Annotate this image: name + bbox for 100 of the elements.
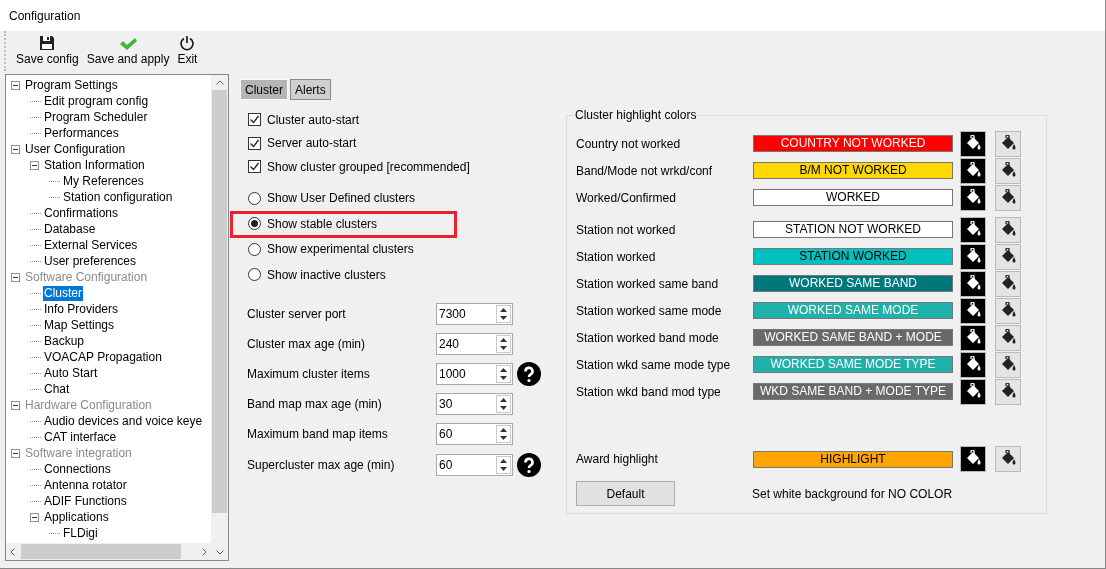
paint-bucket-button[interactable] bbox=[995, 243, 1021, 270]
tab[interactable]: Cluster bbox=[240, 79, 288, 100]
paint-bucket-button[interactable] bbox=[995, 324, 1021, 351]
number-spinner[interactable]: 60 bbox=[436, 453, 513, 476]
paint-bucket-button[interactable] bbox=[960, 243, 986, 270]
tree-item[interactable]: Performances bbox=[43, 125, 120, 141]
window-title: Configuration bbox=[9, 7, 81, 25]
paint-bucket-button[interactable] bbox=[960, 184, 986, 211]
radio-button[interactable] bbox=[248, 191, 261, 205]
collapse-toggle[interactable] bbox=[11, 144, 20, 154]
paint-bucket-button[interactable] bbox=[995, 130, 1021, 157]
scrollbar-thumb[interactable] bbox=[212, 90, 227, 513]
tree-item[interactable]: External Services bbox=[43, 237, 139, 253]
paint-bucket-button[interactable] bbox=[960, 351, 986, 378]
color-label: Station worked band mode bbox=[576, 329, 720, 347]
tab[interactable]: Alerts bbox=[290, 79, 331, 100]
checkbox[interactable] bbox=[248, 113, 261, 127]
spin-arrows-icon[interactable] bbox=[496, 304, 511, 323]
help-icon[interactable] bbox=[517, 361, 541, 386]
tree-item[interactable]: Program Settings bbox=[24, 77, 119, 93]
power-icon bbox=[179, 35, 196, 51]
field-label: Cluster server port bbox=[247, 305, 347, 323]
paint-bucket-button[interactable] bbox=[960, 216, 986, 243]
toolbar-button[interactable]: Exit bbox=[177, 35, 198, 67]
help-icon[interactable] bbox=[517, 452, 541, 477]
color-sample: WORKED SAME BAND + MODE bbox=[753, 329, 953, 346]
tree-item[interactable]: User Configuration bbox=[24, 141, 127, 157]
horizontal-scrollbar[interactable] bbox=[6, 543, 211, 560]
toolbar-button[interactable]: Save and apply bbox=[86, 35, 170, 67]
spin-arrows-icon[interactable] bbox=[496, 334, 511, 353]
field-label: Maximum band map items bbox=[247, 426, 389, 444]
checkbox-label: Cluster auto-start bbox=[267, 111, 360, 129]
paint-bucket-button[interactable] bbox=[995, 184, 1021, 211]
paint-bucket-button[interactable] bbox=[960, 297, 986, 324]
tree-item[interactable]: Station configuration bbox=[62, 189, 174, 205]
default-button[interactable]: Default bbox=[576, 481, 675, 506]
scroll-left-icon[interactable] bbox=[10, 547, 15, 556]
number-spinner[interactable]: 30 bbox=[436, 393, 513, 416]
collapse-toggle[interactable] bbox=[11, 80, 20, 90]
color-label: Station wkd same mode type bbox=[576, 356, 732, 374]
paint-bucket-button[interactable] bbox=[995, 378, 1021, 405]
scroll-right-icon[interactable] bbox=[202, 547, 207, 556]
paint-bucket-button[interactable] bbox=[960, 130, 986, 157]
number-spinner[interactable]: 240 bbox=[436, 332, 513, 355]
paint-bucket-button[interactable] bbox=[995, 351, 1021, 378]
paint-bucket-button[interactable] bbox=[995, 270, 1021, 297]
color-sample: B/M NOT WORKED bbox=[753, 162, 953, 179]
color-sample: WORKED SAME BAND bbox=[753, 275, 953, 292]
color-sample: WORKED SAME MODE bbox=[753, 302, 953, 319]
tree-item[interactable]: Edit program config bbox=[43, 93, 150, 109]
number-spinner[interactable]: 7300 bbox=[436, 302, 513, 325]
spin-arrows-icon[interactable] bbox=[496, 364, 511, 383]
checkmark-icon bbox=[119, 37, 138, 51]
toolbar-button[interactable]: Save config bbox=[16, 35, 79, 67]
paint-bucket-button[interactable] bbox=[995, 216, 1021, 243]
paint-bucket-button[interactable] bbox=[960, 446, 986, 472]
field-label: Maximum cluster items bbox=[247, 365, 371, 383]
color-sample: COUNTRY NOT WORKED bbox=[753, 135, 953, 152]
spin-arrows-icon[interactable] bbox=[496, 395, 511, 414]
field-label: Band map max age (min) bbox=[247, 396, 383, 414]
radio-label: Show stable clusters bbox=[267, 215, 378, 233]
color-label: Station worked same band bbox=[576, 275, 720, 293]
paint-bucket-button[interactable] bbox=[995, 157, 1021, 184]
number-spinner[interactable]: 1000 bbox=[436, 362, 513, 385]
field-label: Cluster max age (min) bbox=[247, 335, 367, 353]
scrollbar-thumb[interactable] bbox=[21, 544, 181, 559]
collapse-toggle[interactable] bbox=[30, 160, 39, 170]
tree-item[interactable]: My References bbox=[62, 173, 145, 189]
field-label: Supercluster max age (min) bbox=[247, 456, 396, 474]
vertical-scrollbar[interactable] bbox=[211, 75, 228, 560]
tree-item[interactable]: Database bbox=[43, 221, 97, 237]
color-sample: STATION WORKED bbox=[753, 248, 953, 265]
color-sample: WORKED bbox=[753, 189, 953, 206]
tree-item[interactable]: User preferences bbox=[43, 253, 138, 269]
number-spinner[interactable]: 60 bbox=[436, 423, 513, 446]
spin-arrows-icon[interactable] bbox=[496, 425, 511, 444]
radio-button[interactable] bbox=[248, 217, 261, 231]
tree-item[interactable]: Confirmations bbox=[43, 205, 120, 221]
paint-bucket-button[interactable] bbox=[960, 270, 986, 297]
checkbox[interactable] bbox=[248, 136, 261, 150]
spin-arrows-icon[interactable] bbox=[496, 455, 511, 474]
tree-item[interactable]: Station Information bbox=[43, 157, 146, 173]
color-label: Worked/Confirmed bbox=[576, 189, 677, 207]
scroll-up-icon[interactable] bbox=[215, 80, 224, 85]
paint-bucket-button[interactable] bbox=[960, 157, 986, 184]
radio-button[interactable] bbox=[248, 242, 261, 256]
tree-item[interactable]: Program Scheduler bbox=[43, 109, 149, 125]
checkbox[interactable] bbox=[248, 160, 261, 174]
color-sample: WORKED SAME MODE TYPE bbox=[753, 356, 953, 373]
color-sample: WKD SAME BAND + MODE TYPE bbox=[753, 383, 953, 400]
paint-bucket-button[interactable] bbox=[995, 446, 1021, 472]
paint-bucket-button[interactable] bbox=[960, 378, 986, 405]
radio-button[interactable] bbox=[248, 268, 261, 282]
note-text: Set white background for NO COLOR bbox=[752, 485, 953, 503]
paint-bucket-button[interactable] bbox=[995, 297, 1021, 324]
color-label: Country not worked bbox=[576, 135, 682, 153]
color-label: Station not worked bbox=[576, 221, 677, 239]
group-title: Cluster highlight colors bbox=[574, 108, 698, 122]
scroll-down-icon[interactable] bbox=[215, 550, 224, 555]
paint-bucket-button[interactable] bbox=[960, 324, 986, 351]
